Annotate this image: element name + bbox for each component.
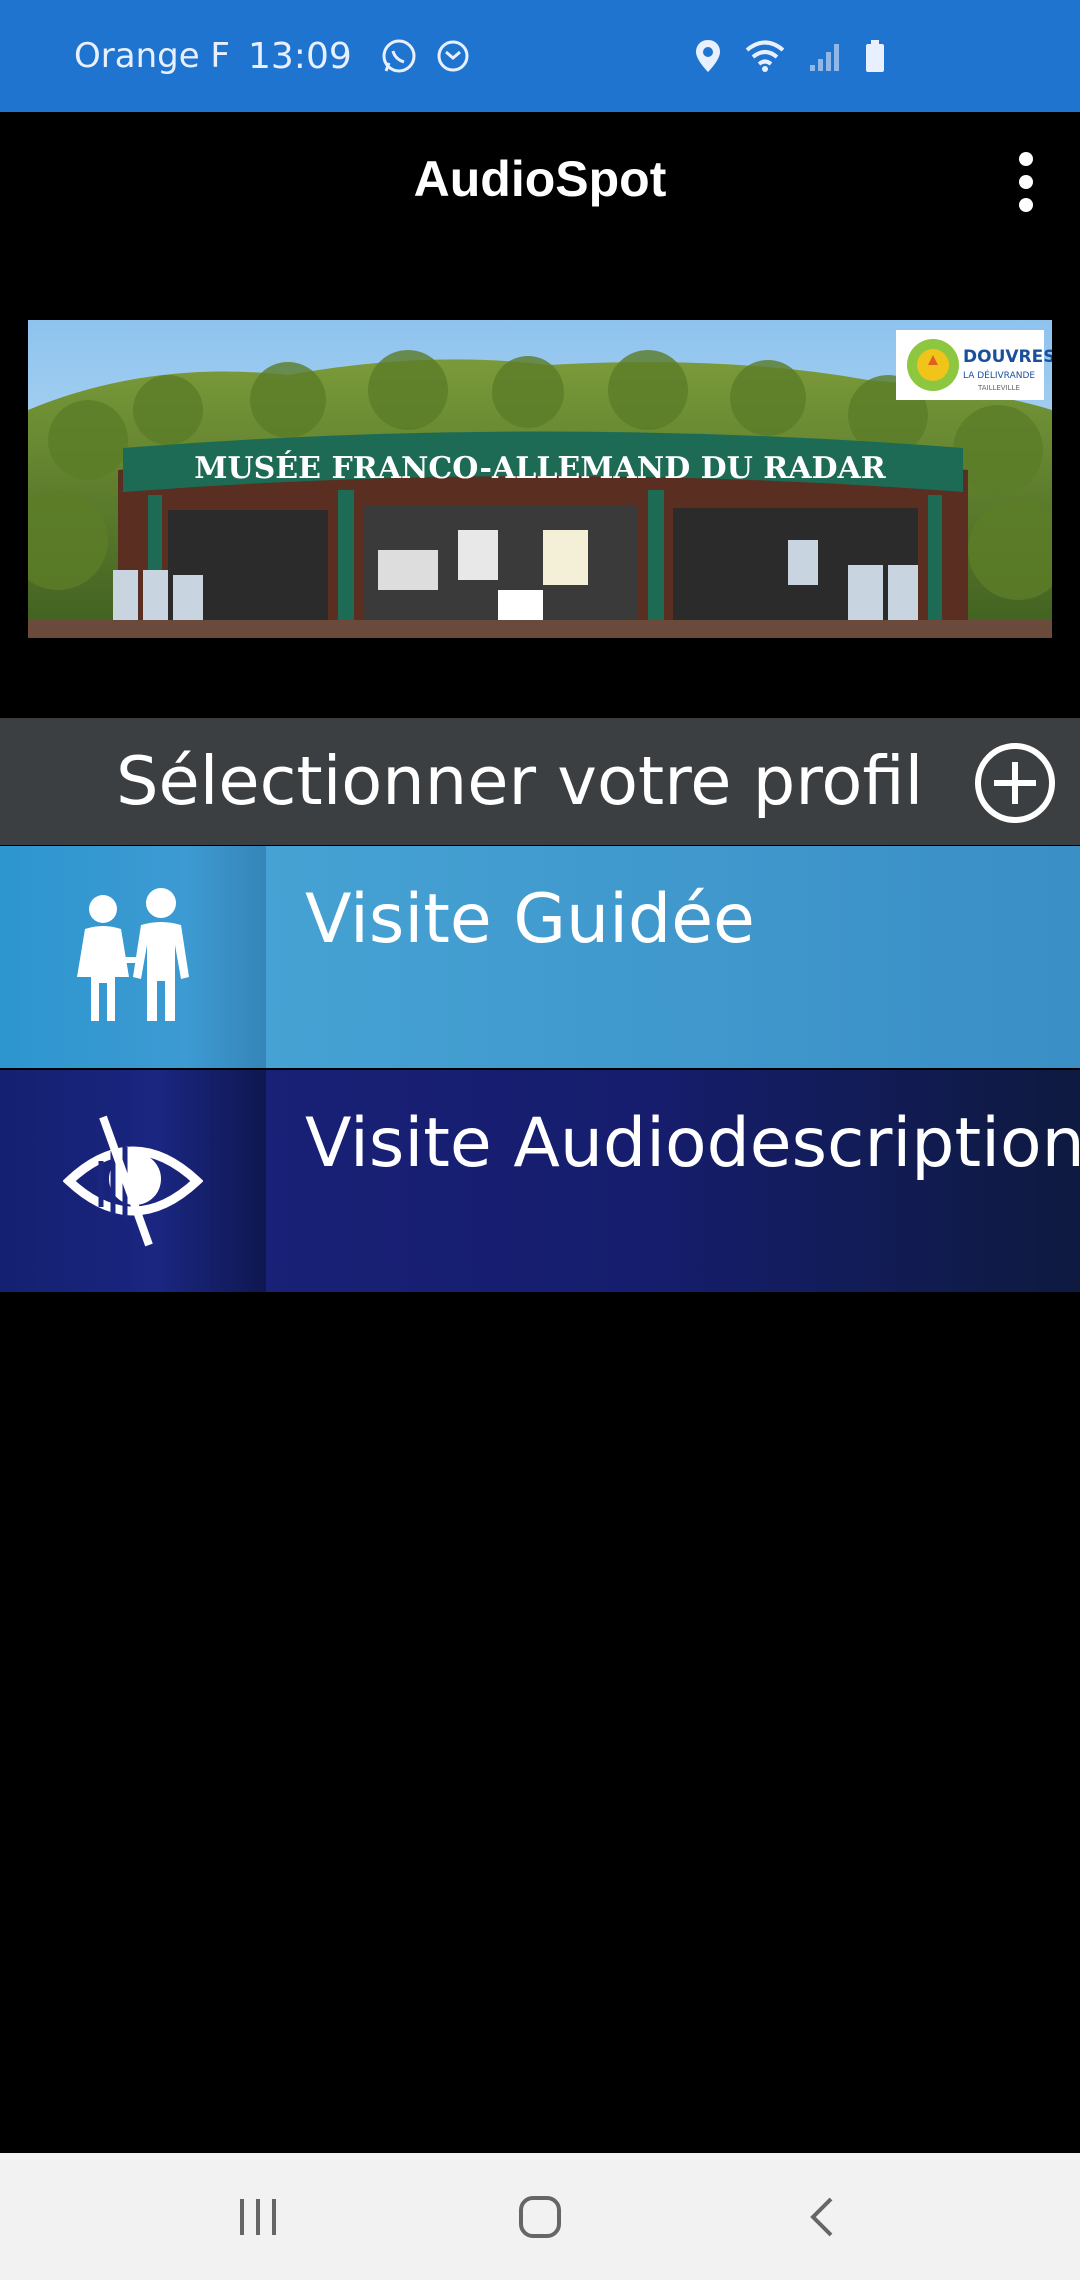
signal-icon	[808, 39, 842, 73]
profile-header: Sélectionner votre profil	[0, 718, 1080, 845]
recent-apps-icon[interactable]	[198, 2153, 318, 2280]
status-bar-right	[694, 0, 886, 112]
carrier-name: Orange F	[74, 36, 230, 76]
option-label-visite-guidee: Visite Guidée	[305, 880, 755, 959]
option-visite-guidee[interactable]: Visite Guidée	[0, 846, 1080, 1068]
people-icon	[0, 846, 266, 1068]
back-icon[interactable]	[762, 2153, 882, 2280]
logo-text-1: DOUVRES	[963, 347, 1052, 367]
system-nav-bar	[0, 2153, 1080, 2280]
clock: 13:09	[248, 35, 352, 77]
add-circle-icon[interactable]	[974, 742, 1056, 824]
museum-banner-image: MUSÉE FRANCO-ALLEMAND DU RADAR DOUVRES L…	[28, 320, 1052, 638]
profile-title: Sélectionner votre profil	[116, 742, 924, 820]
low-vision-eye-icon	[0, 1070, 266, 1292]
banner-sign-text: MUSÉE FRANCO-ALLEMAND DU RADAR	[194, 450, 887, 486]
logo-text-3: TAILLEVILLE	[977, 384, 1020, 392]
more-vertical-icon[interactable]	[996, 142, 1056, 222]
app-title: AudioSpot	[413, 151, 667, 207]
status-bar-left: Orange F 13:09	[74, 0, 470, 112]
wifi-icon	[744, 38, 786, 74]
option-visite-audiodescription[interactable]: Visite Audiodescription	[0, 1070, 1080, 1292]
option-label-visite-audiodescription: Visite Audiodescription	[305, 1104, 1080, 1183]
location-icon	[694, 38, 722, 74]
battery-icon	[864, 39, 886, 73]
logo-text-2: LA DÉLIVRANDE	[963, 369, 1035, 381]
app-bar: AudioSpot	[0, 112, 1080, 244]
message-icon	[436, 39, 470, 73]
whatsapp-icon	[380, 37, 418, 75]
status-bar: Orange F 13:09	[0, 0, 1080, 112]
home-icon[interactable]	[480, 2153, 600, 2280]
